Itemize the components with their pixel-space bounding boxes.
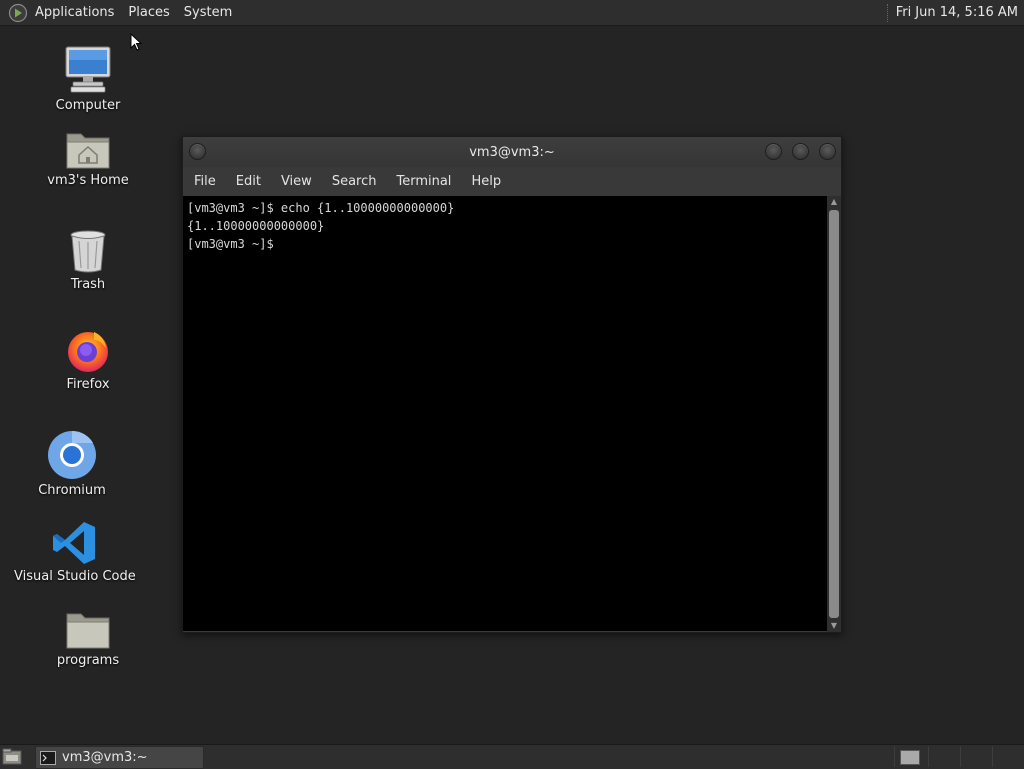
desktop-icon-chromium[interactable]: Chromium [32,430,112,498]
taskbar-terminal-button[interactable]: vm3@vm3:~ [35,746,204,769]
desktop-icon-computer[interactable]: Computer [48,45,128,113]
workspace-4[interactable] [992,746,1022,767]
desktop-icon-home[interactable]: vm3's Home [43,128,133,188]
menu-file[interactable]: File [183,174,226,189]
vscode-icon [53,522,95,564]
folder-icon [66,613,110,649]
desktop-icon-label: Firefox [66,377,110,392]
applications-logo-icon[interactable] [8,3,28,23]
desktop-icon-label: Computer [55,98,121,113]
minimize-button[interactable] [765,143,782,160]
scrollbar-thumb[interactable] [829,210,839,618]
workspace-1[interactable] [894,746,924,767]
home-folder-icon [66,133,110,169]
terminal-line: [vm3@vm3 ~]$ echo {1..10000000000000} [187,201,455,215]
workspace-2[interactable] [928,746,958,767]
desktop-icon-label: Visual Studio Code [14,569,136,584]
panel-handle [886,3,891,22]
desktop-icon-label: Trash [70,277,106,292]
scroll-up-arrow-icon[interactable]: ▲ [827,196,841,208]
top-menu: Applications Places System [0,0,239,25]
terminal-window[interactable]: vm3@vm3:~ File Edit View Search Terminal… [182,136,842,633]
bottom-panel: vm3@vm3:~ [0,744,1024,769]
workspace-indicator [900,750,920,765]
places-menu[interactable]: Places [121,0,176,25]
menu-edit[interactable]: Edit [226,174,271,189]
chromium-icon [48,430,96,479]
clock[interactable]: Fri Jun 14, 5:16 AM [896,5,1024,20]
desktop-icon-firefox[interactable]: Firefox [48,326,128,392]
desktop-icon-vscode[interactable]: Visual Studio Code [14,520,136,584]
system-menu[interactable]: System [177,0,239,25]
window-title: vm3@vm3:~ [469,144,555,160]
desktop-icon-label: programs [56,653,120,668]
computer-icon [65,46,111,93]
maximize-button[interactable] [792,143,809,160]
desktop-icon-programs[interactable]: programs [48,608,128,668]
show-desktop-icon[interactable] [2,748,22,765]
window-titlebar[interactable]: vm3@vm3:~ [183,137,841,167]
firefox-icon [68,332,108,372]
terminal-line: {1..10000000000000} [187,219,325,233]
desktop-icon-label: Chromium [38,483,106,498]
menu-search[interactable]: Search [322,174,387,189]
desktop-icon-label: vm3's Home [47,173,129,188]
taskbar-button-label: vm3@vm3:~ [62,750,148,765]
workspace-3[interactable] [960,746,990,767]
applications-menu[interactable]: Applications [28,0,121,25]
menu-terminal[interactable]: Terminal [386,174,461,189]
terminal-line: [vm3@vm3 ~]$ [187,237,281,251]
menu-view[interactable]: View [271,174,322,189]
top-panel: Applications Places System Fri Jun 14, 5… [0,0,1024,26]
terminal-output[interactable]: [vm3@vm3 ~]$ echo {1..10000000000000} {1… [183,196,827,631]
terminal-menubar: File Edit View Search Terminal Help [183,167,841,196]
terminal-scrollbar[interactable]: ▲ ▼ [827,196,841,632]
mouse-cursor-icon [130,33,143,51]
desktop-icon-trash[interactable]: Trash [48,228,128,292]
trash-icon [70,230,106,273]
scroll-down-arrow-icon[interactable]: ▼ [827,620,841,632]
close-button[interactable] [819,143,836,160]
window-menu-button[interactable] [189,143,206,160]
terminal-icon [40,750,56,765]
menu-help[interactable]: Help [461,174,511,189]
